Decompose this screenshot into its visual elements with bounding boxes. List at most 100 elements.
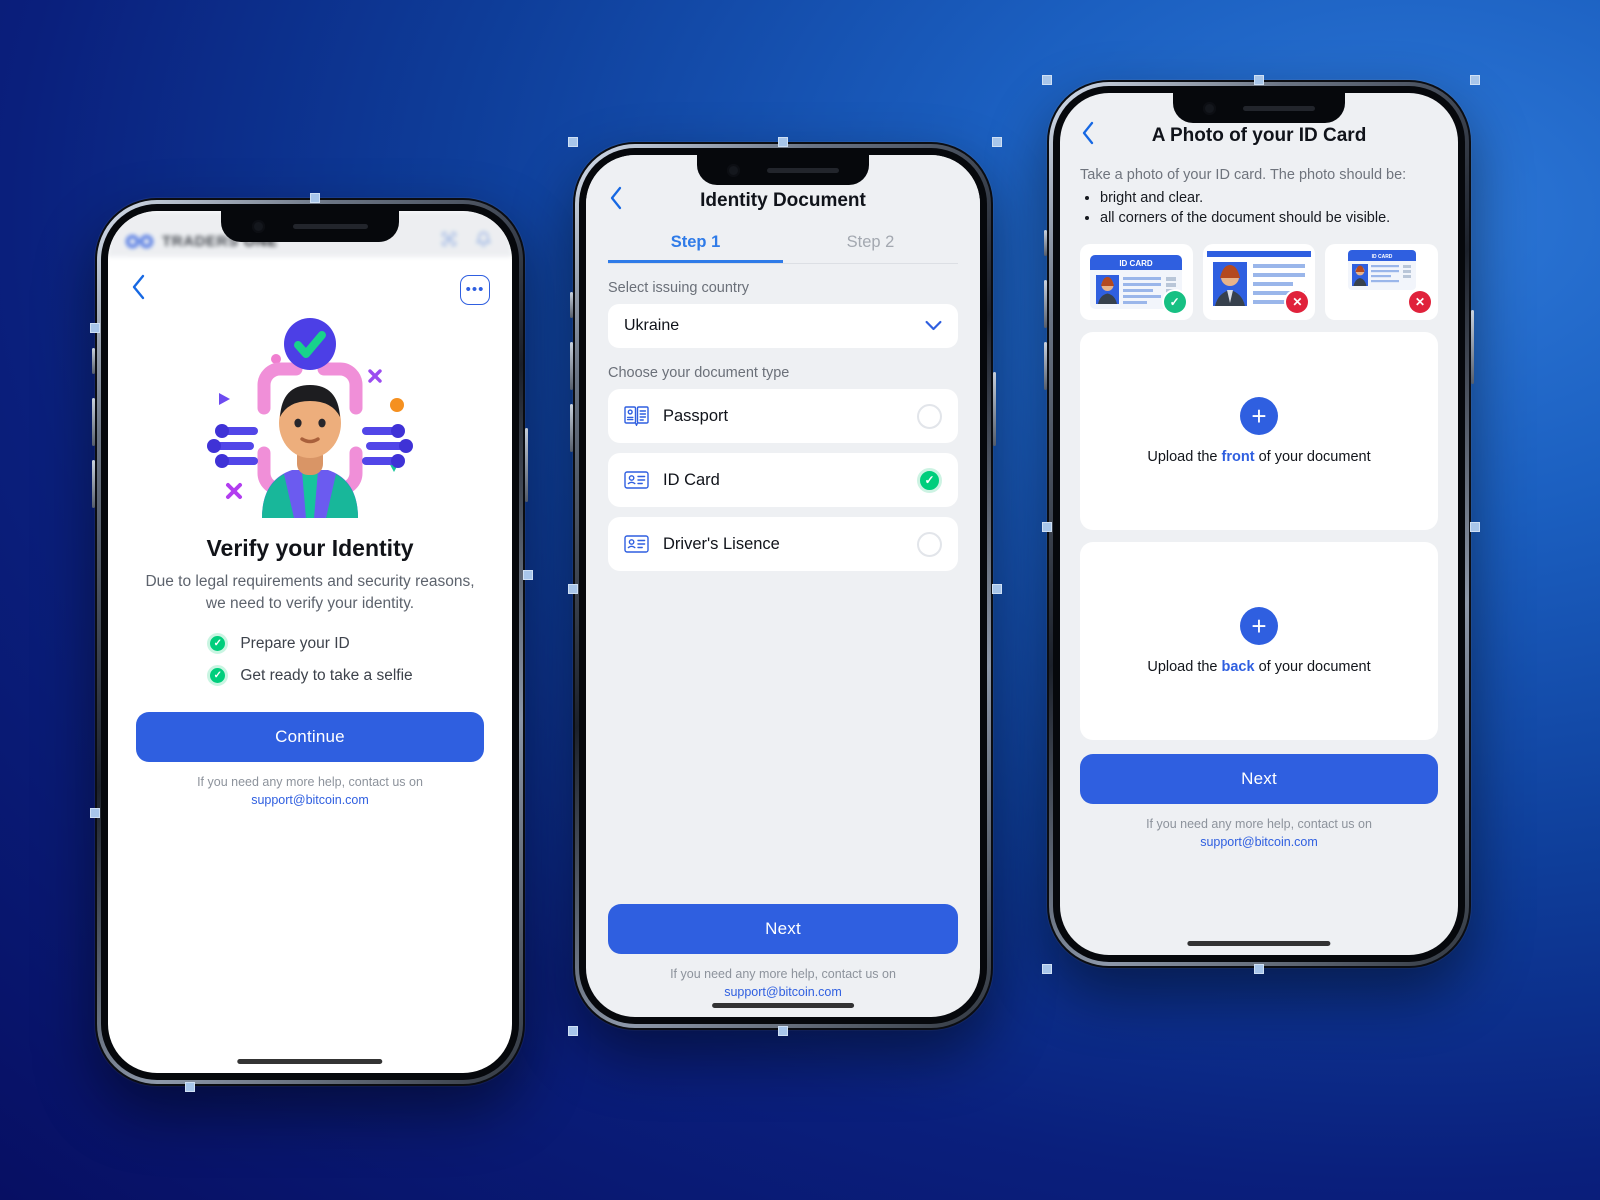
front-camera-icon [1202, 101, 1216, 115]
phone1-screen: TRADERS ONE [108, 211, 512, 1073]
more-options-button[interactable]: ••• [460, 275, 490, 305]
phone2-footer: Next If you need any more help, contact … [586, 903, 980, 1017]
help-footer: If you need any more help, contact us on… [1080, 815, 1438, 851]
power-button[interactable] [993, 372, 996, 446]
checklist-label: Prepare your ID [240, 634, 350, 652]
support-email-link[interactable]: support@bitcoin.com [608, 983, 958, 1001]
radio-unselected[interactable] [917, 403, 942, 429]
list-item: all corners of the document should be vi… [1100, 210, 1438, 226]
radio-selected[interactable]: ✓ [917, 467, 942, 493]
phone1-body: Verify your Identity Due to legal requir… [108, 535, 512, 809]
volume-up-button[interactable] [570, 342, 573, 390]
selection-handle[interactable] [1470, 75, 1480, 85]
document-type-list: Passport ID Card ✓ Driver's Lisence [608, 389, 958, 571]
passport-icon [624, 406, 649, 427]
volume-down-button[interactable] [570, 404, 573, 452]
issuing-country-select[interactable]: Ukraine [608, 304, 958, 348]
selection-handle[interactable] [778, 1026, 788, 1036]
selection-handle[interactable] [1042, 964, 1052, 974]
selection-handle[interactable] [568, 584, 578, 594]
selection-handle[interactable] [1042, 522, 1052, 532]
list-item: ✓ Get ready to take a selfie [207, 665, 413, 686]
selection-handle[interactable] [1254, 964, 1264, 974]
phone2-screen: Identity Document Step 1 Step 2 Select i… [586, 155, 980, 1017]
selection-handle[interactable] [90, 323, 100, 333]
scan-qr-icon[interactable] [438, 228, 460, 250]
page-title: A Photo of your ID Card [1151, 125, 1367, 146]
selection-handle[interactable] [185, 1082, 195, 1092]
home-indicator [237, 1059, 383, 1064]
selection-handle[interactable] [778, 137, 788, 147]
bell-icon[interactable] [472, 228, 494, 250]
title-row: A Photo of your ID Card [1080, 121, 1438, 151]
checklist-label: Get ready to take a selfie [240, 666, 413, 684]
selection-handle[interactable] [1254, 75, 1264, 85]
mute-switch[interactable] [92, 348, 95, 374]
volume-down-button[interactable] [1044, 342, 1047, 390]
sample-card-label: ID CARD [1120, 259, 1154, 268]
back-button[interactable] [608, 185, 624, 217]
support-email-link[interactable]: support@bitcoin.com [1080, 833, 1438, 851]
power-button[interactable] [1471, 310, 1474, 384]
selection-handle[interactable] [310, 193, 320, 203]
radio-unselected[interactable] [917, 531, 942, 557]
selection-handle[interactable] [523, 570, 533, 580]
status-badge-bad: ✕ [1409, 291, 1432, 313]
selection-handle[interactable] [90, 808, 100, 818]
tab-step-2[interactable]: Step 2 [783, 233, 958, 263]
home-indicator [1187, 941, 1331, 946]
country-field-label: Select issuing country [608, 280, 750, 296]
mute-switch[interactable] [570, 292, 573, 318]
selection-handle[interactable] [992, 137, 1002, 147]
support-email-link[interactable]: support@bitcoin.com [136, 791, 484, 809]
earpiece-speaker [293, 224, 369, 229]
doc-option-passport[interactable]: Passport [608, 389, 958, 443]
volume-up-button[interactable] [92, 398, 95, 446]
upload-back-label: Upload the back of your document [1147, 659, 1371, 675]
next-button[interactable]: Next [1080, 754, 1438, 804]
front-camera-icon [726, 163, 740, 177]
id-card-icon [624, 470, 649, 490]
appbar-icons [438, 228, 494, 250]
sample-too-small: ID CARD ✕ [1325, 244, 1439, 320]
sample-card-label: ID CARD [1371, 254, 1392, 260]
selection-handle[interactable] [1042, 75, 1052, 85]
selection-handle[interactable] [992, 584, 1002, 594]
notch [697, 155, 869, 185]
notch [221, 211, 399, 242]
earpiece-speaker [1243, 105, 1316, 111]
upload-back-card[interactable]: + Upload the back of your document [1080, 542, 1438, 740]
tab-step-1[interactable]: Step 1 [608, 233, 783, 263]
phone-mockup-identity-document: Identity Document Step 1 Step 2 Select i… [568, 137, 1002, 1036]
help-label: If you need any more help, contact us on [197, 775, 423, 789]
mute-switch[interactable] [1044, 230, 1047, 256]
country-value: Ukraine [624, 317, 680, 334]
sample-cropped: ✕ [1202, 244, 1316, 320]
next-button[interactable]: Next [608, 903, 958, 954]
continue-button[interactable]: Continue [136, 712, 484, 762]
volume-down-button[interactable] [92, 460, 95, 508]
title-row: Identity Document [608, 185, 958, 217]
doc-label: Passport [663, 406, 729, 425]
plus-icon[interactable]: + [1240, 397, 1278, 435]
help-label: If you need any more help, contact us on [1146, 817, 1372, 831]
back-button[interactable] [1080, 120, 1096, 152]
back-button[interactable] [130, 273, 147, 307]
doc-option-id-card[interactable]: ID Card ✓ [608, 453, 958, 507]
upload-front-label: Upload the front of your document [1147, 449, 1371, 465]
upload-front-card[interactable]: + Upload the front of your document [1080, 332, 1438, 530]
selection-handle[interactable] [568, 137, 578, 147]
page-subtitle: Due to legal requirements and security r… [145, 573, 475, 612]
phone3-footer: Next If you need any more help, contact … [1060, 740, 1458, 861]
page-title: Identity Document [700, 190, 866, 211]
phone3-screen: A Photo of your ID Card Take a photo of … [1060, 93, 1458, 955]
help-footer: If you need any more help, contact us on… [608, 965, 958, 1001]
doc-option-drivers-license[interactable]: Driver's Lisence [608, 517, 958, 571]
plus-icon[interactable]: + [1240, 607, 1278, 645]
help-label: If you need any more help, contact us on [670, 966, 896, 981]
volume-up-button[interactable] [1044, 280, 1047, 328]
doc-label: ID Card [663, 470, 720, 489]
selection-handle[interactable] [568, 1026, 578, 1036]
selection-handle[interactable] [1470, 522, 1480, 532]
power-button[interactable] [525, 428, 528, 502]
